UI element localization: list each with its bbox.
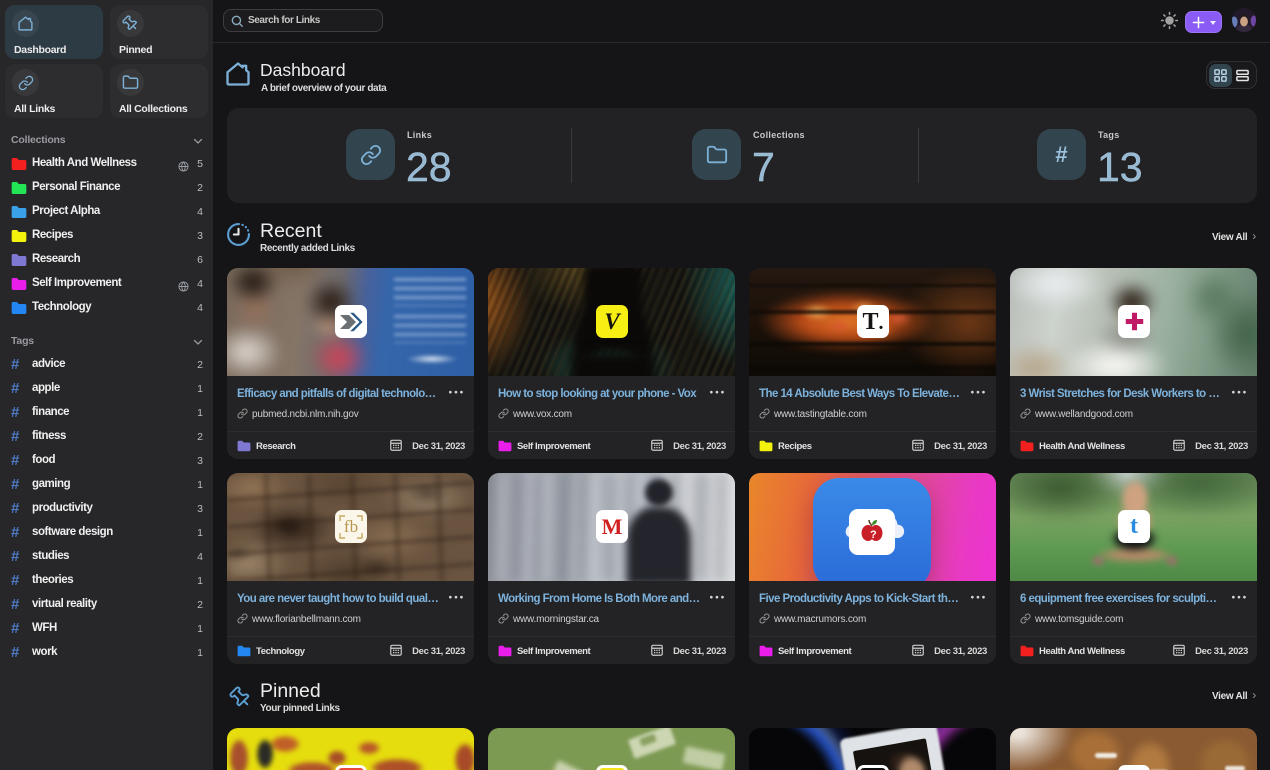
- svg-text:?: ?: [870, 529, 877, 541]
